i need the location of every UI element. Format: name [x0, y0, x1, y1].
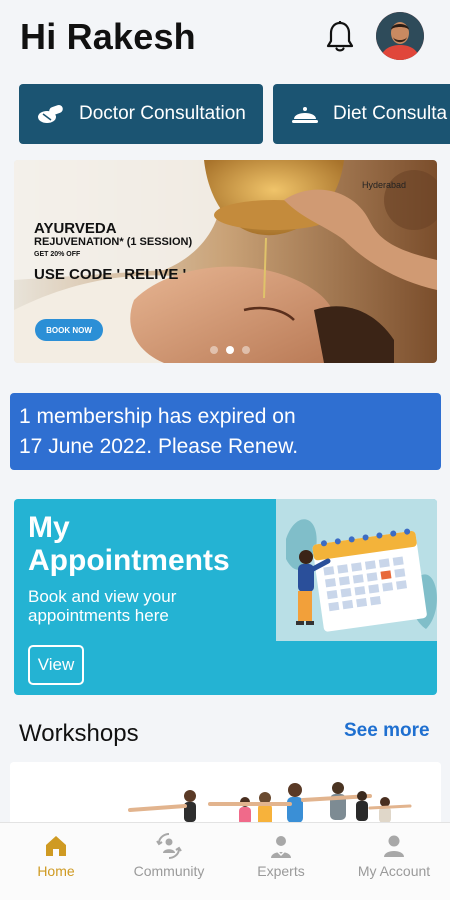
nav-item-experts[interactable]: Experts — [225, 823, 337, 900]
banner-city: Hyderabad — [362, 180, 407, 190]
calendar-illustration — [276, 499, 437, 641]
diet-consultation-button[interactable]: Diet Consulta — [273, 84, 450, 144]
banner-offer: GET 20% OFF — [34, 251, 81, 258]
carousel-dots — [210, 346, 250, 354]
nav-label-my-account: My Account — [357, 863, 431, 879]
appointments-description: Book and view your appointments here — [28, 587, 177, 625]
chip-label: Diet Consulta — [333, 103, 448, 124]
bell-icon[interactable] — [324, 20, 356, 54]
nav-item-community[interactable]: Community — [113, 823, 225, 900]
membership-expired-alert[interactable]: 1 membership has expired on 17 June 2022… — [10, 393, 441, 470]
banner-code: USE CODE ' RELIVE ' — [34, 266, 187, 283]
nav-label-home: Home — [37, 863, 75, 879]
view-appointments-button[interactable]: View — [28, 645, 84, 685]
appointments-card[interactable]: My Appointments Book and view your appoi… — [14, 499, 437, 695]
greeting-title: Hi Rakesh — [20, 16, 196, 57]
avatar[interactable] — [376, 12, 424, 60]
workshops-title: Workshops — [19, 720, 139, 747]
doctor-consultation-button[interactable]: Doctor Consultation — [19, 84, 263, 144]
alert-line-1: 1 membership has expired on — [19, 405, 296, 428]
nav-item-my-account[interactable]: My Account — [338, 823, 450, 900]
chip-label: Doctor Consultation — [79, 103, 246, 124]
nav-label-community: Community — [133, 863, 205, 879]
pills-icon — [38, 104, 63, 123]
promo-banner[interactable]: Hyderabad AYURVEDA REJUVENATION* (1 SESS… — [14, 160, 437, 363]
nav-item-home[interactable]: Home — [0, 823, 112, 900]
carousel-dot[interactable] — [242, 346, 250, 354]
banner-subtitle: REJUVENATION* (1 SESSION) — [34, 236, 193, 248]
carousel-dot-active[interactable] — [226, 346, 234, 354]
banner-title: AYURVEDA — [34, 220, 117, 237]
experts-icon — [271, 836, 291, 858]
account-icon — [384, 835, 404, 857]
header: Hi Rakesh — [0, 0, 450, 78]
carousel-dot[interactable] — [210, 346, 218, 354]
food-cloche-icon — [292, 107, 318, 123]
see-more-link[interactable]: See more — [344, 720, 430, 742]
service-chips: Doctor Consultation Diet Consulta — [0, 84, 450, 144]
app-screen: Hi Rakesh Doctor Consultation Diet Consu… — [0, 0, 450, 900]
nav-label-experts: Experts — [257, 863, 305, 879]
appointments-title: My Appointments — [28, 511, 230, 577]
community-icon — [156, 833, 182, 859]
alert-line-2: 17 June 2022. Please Renew. — [19, 435, 299, 458]
book-now-button[interactable]: BOOK NOW — [35, 319, 103, 341]
home-icon — [46, 836, 66, 856]
bottom-nav: Home Community Experts My Account — [0, 822, 450, 900]
